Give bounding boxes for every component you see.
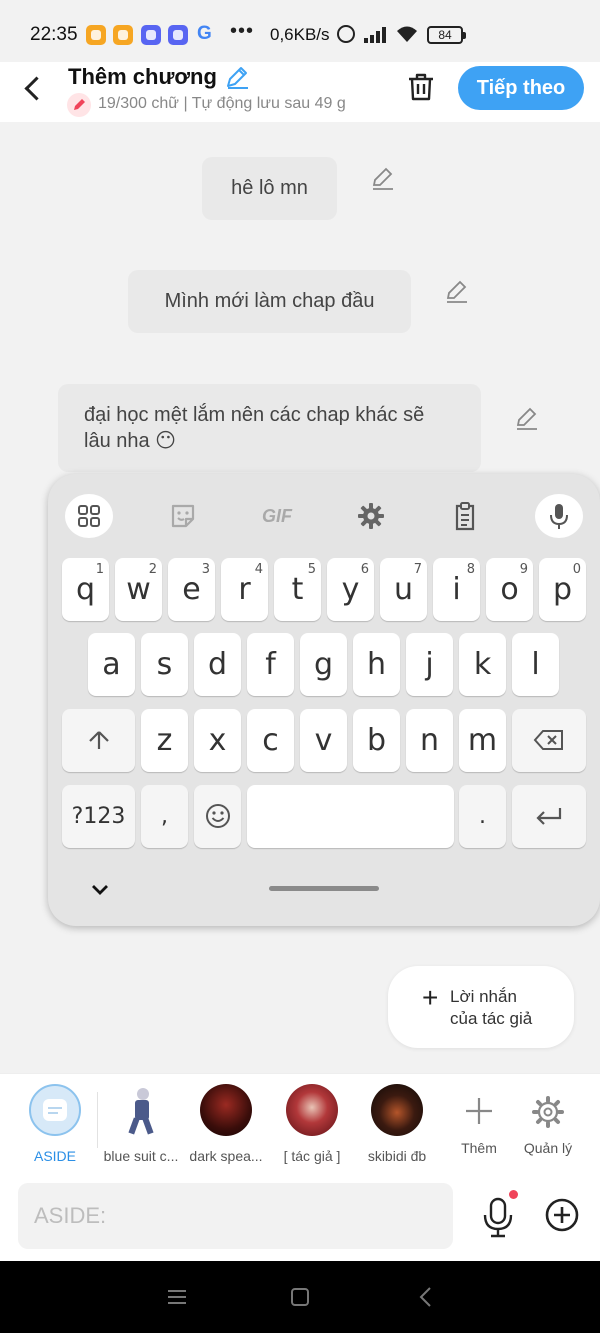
discord-icon bbox=[141, 25, 161, 45]
key-i[interactable]: i8 bbox=[433, 558, 480, 621]
network-speed: 0,6KB/s bbox=[270, 25, 330, 44]
google-icon: G bbox=[197, 23, 212, 44]
gear-icon bbox=[522, 1084, 574, 1136]
character-skibidi[interactable]: skibidi đb bbox=[356, 1084, 438, 1164]
author-note-label: Lời nhắn của tác giả bbox=[450, 987, 533, 1028]
character-bar: ASIDE blue suit c... dark spea... [ tác … bbox=[0, 1073, 600, 1173]
editor-header: Thêm chương 19/300 chữ | Tự động lưu sau… bbox=[0, 62, 600, 122]
manage-characters-button[interactable]: Quản lý bbox=[507, 1084, 589, 1156]
character-aside[interactable]: ASIDE bbox=[14, 1084, 96, 1164]
key-j[interactable]: j bbox=[406, 633, 453, 696]
key-z[interactable]: z bbox=[141, 709, 188, 772]
key-b[interactable]: b bbox=[353, 709, 400, 772]
battery-icon: 84 bbox=[427, 26, 466, 44]
key-v[interactable]: v bbox=[300, 709, 347, 772]
onscreen-keyboard: GIF q1 w2 e3 r4 t5 y6 u7 i8 o9 p0 a s d … bbox=[48, 474, 600, 926]
key-g[interactable]: g bbox=[300, 633, 347, 696]
home-icon[interactable] bbox=[288, 1285, 312, 1309]
back-button[interactable] bbox=[16, 70, 52, 106]
comma-key[interactable]: , bbox=[141, 785, 188, 848]
delete-button[interactable] bbox=[404, 70, 438, 104]
back-nav-icon[interactable] bbox=[414, 1285, 438, 1309]
key-m[interactable]: m bbox=[459, 709, 506, 772]
period-key[interactable]: . bbox=[459, 785, 506, 848]
character-blue-suit[interactable]: blue suit c... bbox=[100, 1084, 182, 1164]
character-avatar bbox=[371, 1084, 423, 1136]
key-f[interactable]: f bbox=[247, 633, 294, 696]
key-l[interactable]: l bbox=[512, 633, 559, 696]
enter-key[interactable] bbox=[512, 785, 586, 848]
key-k[interactable]: k bbox=[459, 633, 506, 696]
next-button[interactable]: Tiếp theo bbox=[458, 66, 584, 110]
character-avatar bbox=[200, 1084, 252, 1136]
system-nav-bar bbox=[0, 1261, 600, 1333]
shift-key[interactable] bbox=[62, 709, 135, 772]
add-button[interactable] bbox=[544, 1197, 580, 1233]
character-avatar bbox=[286, 1084, 338, 1136]
key-y[interactable]: y6 bbox=[327, 558, 374, 621]
key-e[interactable]: e3 bbox=[168, 558, 215, 621]
edit-message-icon[interactable] bbox=[444, 278, 470, 304]
status-time: 22:35 bbox=[30, 24, 78, 45]
gif-icon[interactable]: GIF bbox=[253, 494, 301, 538]
alarm-icon bbox=[337, 25, 355, 43]
microphone-icon[interactable] bbox=[535, 494, 583, 538]
notification-dot bbox=[509, 1190, 518, 1199]
plus-icon: + bbox=[422, 982, 439, 1013]
character-author[interactable]: [ tác giả ] bbox=[271, 1084, 353, 1164]
backspace-key[interactable] bbox=[512, 709, 586, 772]
key-o[interactable]: o9 bbox=[486, 558, 533, 621]
space-key[interactable] bbox=[247, 785, 454, 848]
author-note-button[interactable]: + Lời nhắn của tác giả bbox=[388, 966, 574, 1048]
status-bar: 22:35 G ••• 0,6KB/s 84 bbox=[0, 0, 600, 62]
key-x[interactable]: x bbox=[194, 709, 241, 772]
page-title: Thêm chương bbox=[68, 64, 217, 89]
word-count-autosave: 19/300 chữ | Tự động lưu sau 49 g bbox=[98, 95, 346, 112]
collapse-keyboard-icon[interactable] bbox=[90, 880, 110, 900]
message-bubble[interactable]: đại học mệt lắm nên các chap khác sẽ lâu… bbox=[58, 384, 481, 472]
symbols-key[interactable]: ?123 bbox=[62, 785, 135, 848]
discord-icon bbox=[168, 25, 188, 45]
edit-message-icon[interactable] bbox=[514, 405, 540, 431]
aside-avatar bbox=[29, 1084, 81, 1136]
key-p[interactable]: p0 bbox=[539, 558, 586, 621]
message-bubble[interactable]: Mình mới làm chap đầu bbox=[128, 270, 411, 333]
settings-gear-icon[interactable] bbox=[347, 494, 395, 538]
key-h[interactable]: h bbox=[353, 633, 400, 696]
key-q[interactable]: q1 bbox=[62, 558, 109, 621]
key-c[interactable]: c bbox=[247, 709, 294, 772]
key-a[interactable]: a bbox=[88, 633, 135, 696]
aside-input[interactable] bbox=[18, 1183, 453, 1249]
divider bbox=[97, 1092, 98, 1148]
key-d[interactable]: d bbox=[194, 633, 241, 696]
edit-message-icon[interactable] bbox=[370, 165, 396, 191]
pencil-badge-icon bbox=[67, 93, 91, 117]
message-input-bar bbox=[0, 1173, 600, 1261]
key-n[interactable]: n bbox=[406, 709, 453, 772]
keyboard-drag-handle[interactable] bbox=[269, 886, 379, 891]
signal-icon bbox=[364, 27, 388, 43]
apps-grid-icon[interactable] bbox=[65, 494, 113, 538]
key-s[interactable]: s bbox=[141, 633, 188, 696]
key-t[interactable]: t5 bbox=[274, 558, 321, 621]
more-notifications-icon: ••• bbox=[230, 20, 255, 42]
character-avatar bbox=[115, 1084, 167, 1136]
character-dark-spear[interactable]: dark spea... bbox=[185, 1084, 267, 1164]
key-w[interactable]: w2 bbox=[115, 558, 162, 621]
plus-icon bbox=[453, 1084, 505, 1136]
edit-title-icon[interactable] bbox=[224, 64, 250, 90]
message-bubble[interactable]: hê lô mn bbox=[202, 157, 337, 220]
wifi-icon bbox=[395, 24, 419, 50]
recents-icon[interactable] bbox=[165, 1285, 189, 1309]
key-r[interactable]: r4 bbox=[221, 558, 268, 621]
key-u[interactable]: u7 bbox=[380, 558, 427, 621]
clipboard-icon[interactable] bbox=[441, 494, 489, 538]
sticker-icon[interactable] bbox=[159, 494, 207, 538]
orange-app-icon bbox=[113, 25, 133, 45]
emoji-key[interactable] bbox=[194, 785, 241, 848]
orange-app-icon bbox=[86, 25, 106, 45]
